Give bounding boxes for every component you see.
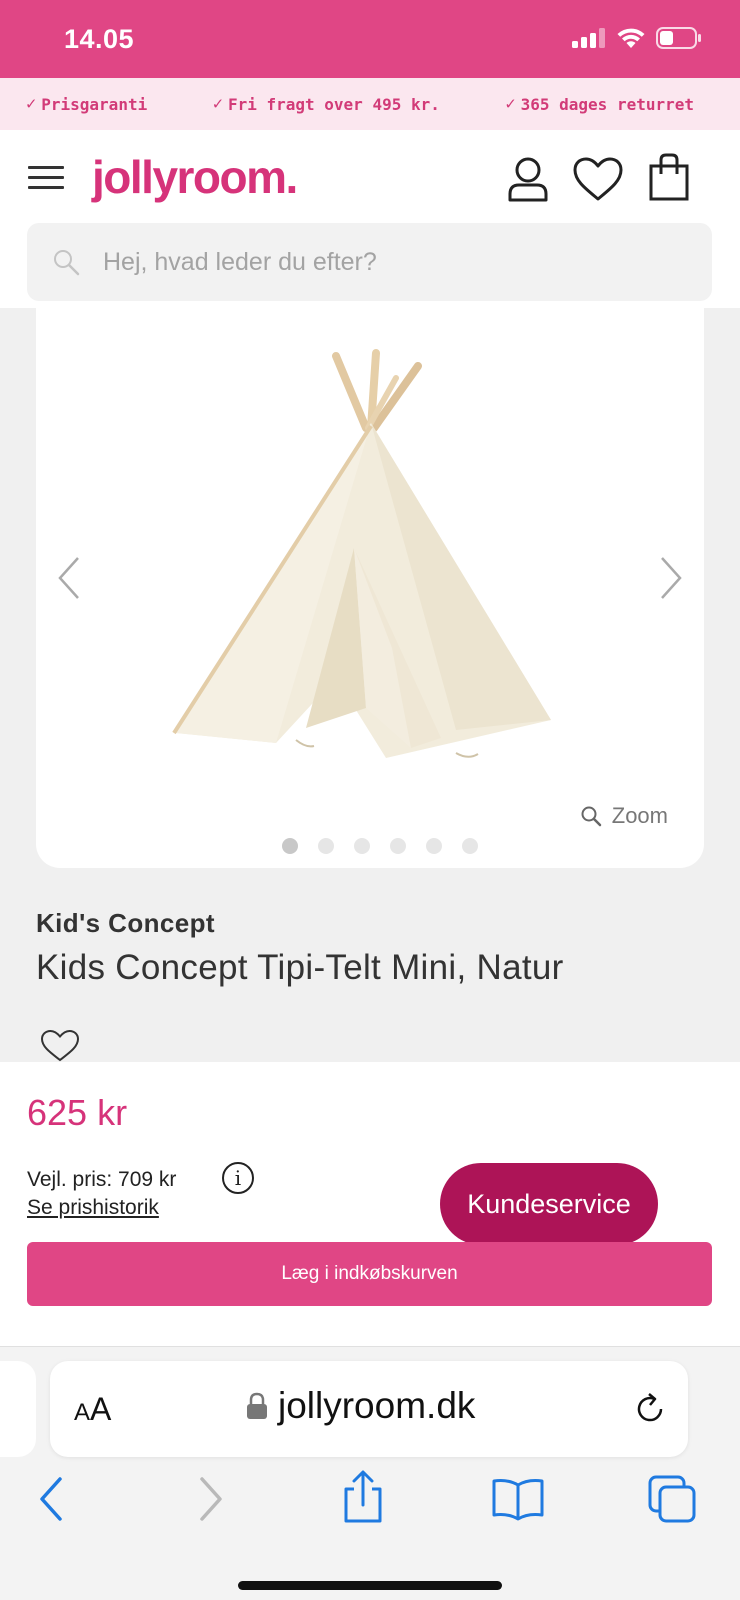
- reader-settings-button[interactable]: AA: [74, 1391, 111, 1428]
- usp-item-price-guarantee: ✓ Prisgaranti: [26, 94, 147, 114]
- share-icon[interactable]: [340, 1469, 386, 1525]
- account-icon[interactable]: [506, 156, 550, 202]
- chevron-left-icon[interactable]: [50, 548, 90, 608]
- product-title: Kids Concept Tipi-Telt Mini, Natur: [36, 948, 564, 987]
- battery-icon: [656, 27, 701, 49]
- customer-service-button[interactable]: Kundeservice: [440, 1163, 658, 1245]
- lock-icon: [247, 1392, 267, 1419]
- chevron-right-icon[interactable]: [650, 548, 690, 608]
- url-text: jollyroom.dk: [278, 1385, 476, 1426]
- gallery-dot[interactable]: [390, 838, 406, 854]
- add-to-wishlist-heart-icon[interactable]: [40, 1030, 80, 1062]
- checkmark-icon: ✓: [26, 94, 37, 114]
- cellular-signal-icon: [572, 28, 605, 48]
- previous-tab-preview[interactable]: [0, 1361, 36, 1457]
- gallery-dot[interactable]: [462, 838, 478, 854]
- site-logo[interactable]: jollyroom.: [92, 150, 298, 204]
- usp-label: Fri fragt over 495 kr.: [227, 94, 440, 114]
- zoom-button[interactable]: Zoom: [580, 803, 668, 829]
- product-image-tipi-tent[interactable]: [156, 348, 586, 788]
- usp-item-free-shipping: ✓ Fri fragt over 495 kr.: [213, 94, 440, 114]
- magnifier-icon: [581, 806, 601, 827]
- reload-icon[interactable]: [632, 1391, 668, 1427]
- bookmarks-book-icon[interactable]: [490, 1477, 546, 1521]
- address-bar[interactable]: AA jollyroom.dk: [50, 1361, 688, 1457]
- checkmark-icon: ✓: [505, 94, 516, 114]
- zoom-label: Zoom: [611, 803, 668, 828]
- shopping-bag-icon[interactable]: [648, 152, 690, 202]
- search-icon: [54, 250, 80, 276]
- product-image-gallery: Zoom: [36, 308, 704, 868]
- status-bar: 14.05: [0, 0, 740, 78]
- gallery-dot[interactable]: [426, 838, 442, 854]
- product-brand[interactable]: Kid's Concept: [36, 908, 215, 939]
- product-price: 625 kr: [27, 1092, 128, 1133]
- search-bar[interactable]: [27, 223, 712, 301]
- price-panel: 625 kr Vejl. pris: 709 kr i Se prishisto…: [0, 1062, 740, 1346]
- browser-chrome: AA jollyroom.dk: [0, 1346, 740, 1600]
- gallery-dot[interactable]: [318, 838, 334, 854]
- checkmark-icon: ✓: [212, 94, 223, 114]
- usp-item-return-policy: ✓ 365 dages returret: [505, 94, 694, 114]
- menu-icon[interactable]: [28, 166, 64, 192]
- usp-bar: ✓ Prisgaranti ✓ Fri fragt over 495 kr. ✓…: [0, 78, 740, 130]
- home-indicator: [238, 1581, 502, 1590]
- usp-label: 365 dages returret: [520, 94, 694, 114]
- gallery-pagination-dots: [282, 838, 478, 854]
- url-display[interactable]: jollyroom.dk: [246, 1385, 475, 1427]
- gallery-dot[interactable]: [354, 838, 370, 854]
- gallery-dot[interactable]: [282, 838, 298, 854]
- forward-arrow-icon[interactable]: [196, 1475, 226, 1523]
- info-icon[interactable]: i: [222, 1162, 254, 1194]
- status-icons: [572, 27, 702, 49]
- back-arrow-icon[interactable]: [36, 1475, 66, 1523]
- wishlist-heart-icon[interactable]: [572, 156, 624, 202]
- add-to-cart-button[interactable]: Læg i indkøbskurven: [27, 1242, 712, 1306]
- tabs-overview-icon[interactable]: [646, 1473, 698, 1523]
- status-time: 14.05: [64, 24, 135, 54]
- site-header: jollyroom.: [0, 130, 740, 308]
- wifi-icon: [617, 28, 645, 48]
- search-input[interactable]: [103, 223, 683, 301]
- usp-label: Prisgaranti: [41, 94, 148, 114]
- price-history-link[interactable]: Se prishistorik: [27, 1196, 159, 1220]
- recommended-price: Vejl. pris: 709 kr: [27, 1168, 177, 1191]
